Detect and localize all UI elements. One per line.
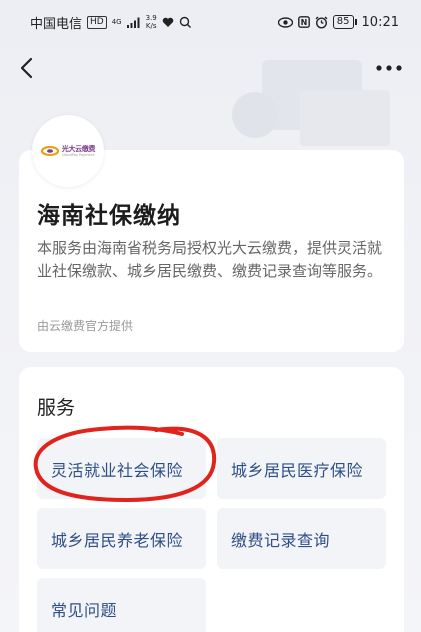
service-button-label: 灵活就业社会保险	[51, 460, 184, 480]
carrier-label: 中国电信	[30, 16, 83, 32]
logo-subtitle: CloudPay Payment	[61, 153, 95, 157]
alarm-icon	[315, 15, 328, 29]
battery-icon: 85	[332, 15, 357, 29]
service-button-faq[interactable]: 常见问题	[37, 578, 206, 632]
nfc-icon: N	[297, 16, 310, 28]
speed-value: 3.9	[145, 14, 157, 22]
logo-text: 光大云缴费 CloudPay Payment	[62, 145, 96, 157]
service-button-flexible-employment-insurance[interactable]: 灵活就业社会保险	[37, 438, 206, 499]
service-button-label: 城乡居民养老保险	[51, 530, 184, 550]
cloudpay-logo: 光大云缴费 CloudPay Payment	[40, 145, 96, 157]
status-bar: 中国电信 HD 4G 3.9 K/s N 85 10:21	[0, 0, 421, 44]
service-button-resident-medical-insurance[interactable]: 城乡居民医疗保险	[217, 438, 386, 499]
clock-time: 10:21	[361, 14, 399, 30]
status-bar-left: 中国电信 HD 4G 3.9 K/s	[30, 13, 192, 32]
heart-icon	[162, 17, 174, 27]
service-button-label: 常见问题	[51, 600, 118, 620]
cloudpay-logo-mark-icon	[40, 146, 59, 156]
service-button-payment-record-query[interactable]: 缴费记录查询	[217, 508, 386, 569]
signal-icon	[126, 17, 140, 28]
more-horizontal-icon[interactable]	[371, 54, 407, 82]
eye-icon	[277, 16, 293, 28]
provider-label: 由云缴费官方提供	[37, 319, 134, 333]
background-illustration-avatar	[232, 92, 278, 138]
battery-level: 85	[332, 15, 354, 29]
battery-cap	[354, 19, 357, 25]
service-logo: 光大云缴费 CloudPay Payment	[32, 115, 104, 187]
logo-name: 光大云缴费	[61, 145, 96, 153]
background-illustration-panel	[300, 90, 390, 146]
network-speed: 3.9 K/s	[146, 14, 157, 30]
hd-badge: HD	[87, 15, 107, 29]
search-bubble-icon	[179, 16, 191, 28]
service-button-label: 缴费记录查询	[231, 530, 331, 550]
page-title: 海南社保缴纳	[37, 203, 181, 229]
chevron-left-icon[interactable]	[14, 54, 42, 82]
services-heading: 服务	[37, 397, 76, 419]
service-button-resident-pension-insurance[interactable]: 城乡居民养老保险	[37, 508, 206, 569]
nav-bar	[0, 44, 421, 94]
speed-unit: K/s	[145, 22, 157, 30]
status-bar-right: N 85 10:21	[277, 14, 399, 30]
service-button-label: 城乡居民医疗保险	[231, 460, 364, 480]
service-description: 本服务由海南省税务局授权光大云缴费，提供灵活就业社保缴款、城乡居民缴费、缴费记录…	[37, 239, 383, 280]
svg-text:N: N	[300, 18, 307, 27]
network-type-label: 4G	[111, 18, 122, 26]
